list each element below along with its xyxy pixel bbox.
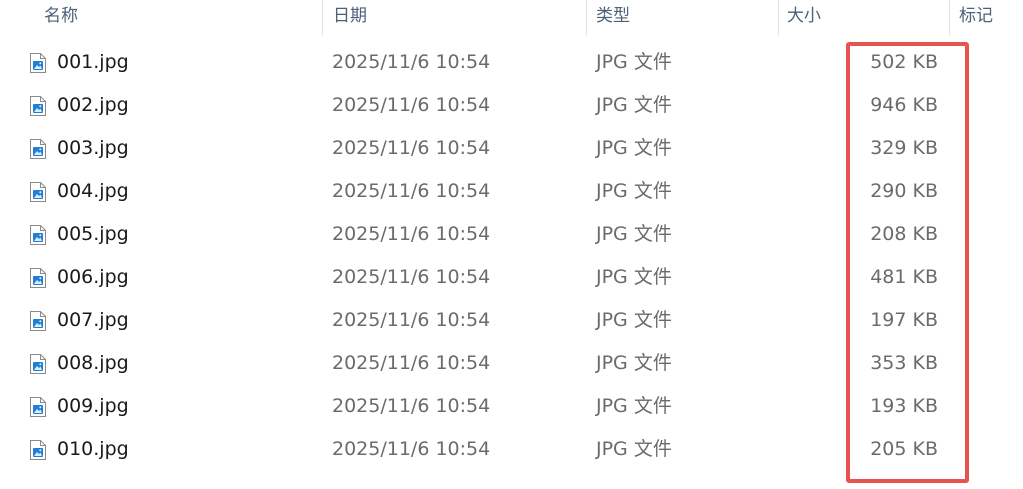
jpg-file-icon [29,52,47,74]
file-size: 481 KB [870,266,938,288]
file-row[interactable]: 008.jpg 2025/11/6 10:54 JPG 文件 353 KB [0,342,1023,385]
file-date: 2025/11/6 10:54 [332,352,491,374]
file-size: 290 KB [870,180,938,202]
file-size: 208 KB [870,223,938,245]
file-type: JPG 文件 [596,94,672,116]
file-type: JPG 文件 [596,438,672,460]
file-date: 2025/11/6 10:54 [332,51,491,73]
file-row[interactable]: 001.jpg 2025/11/6 10:54 JPG 文件 502 KB [0,41,1023,84]
file-date: 2025/11/6 10:54 [332,137,491,159]
file-type: JPG 文件 [596,223,672,245]
jpg-file-icon [29,310,47,332]
file-size: 353 KB [870,352,938,374]
file-name: 001.jpg [57,51,129,73]
file-type: JPG 文件 [596,309,672,331]
file-row[interactable]: 009.jpg 2025/11/6 10:54 JPG 文件 193 KB [0,385,1023,428]
file-date: 2025/11/6 10:54 [332,223,491,245]
column-header-tags-label: 标记 [959,6,993,26]
jpg-file-icon [29,267,47,289]
file-type: JPG 文件 [596,395,672,417]
file-size: 329 KB [870,137,938,159]
file-size: 946 KB [870,94,938,116]
file-row[interactable]: 002.jpg 2025/11/6 10:54 JPG 文件 946 KB [0,84,1023,127]
jpg-file-icon [29,224,47,246]
column-header-bar: 名称 ^ 日期 类型 大小 标记 [0,0,1023,36]
jpg-file-icon [29,439,47,461]
file-type: JPG 文件 [596,180,672,202]
column-header-tags[interactable]: 标记 [959,0,993,36]
file-date: 2025/11/6 10:54 [332,438,491,460]
jpg-file-icon [29,181,47,203]
file-date: 2025/11/6 10:54 [332,395,491,417]
file-name: 006.jpg [57,266,129,288]
file-name: 008.jpg [57,352,129,374]
column-header-name-label: 名称 [44,6,78,26]
file-name: 007.jpg [57,309,129,331]
file-name: 002.jpg [57,94,129,116]
file-row[interactable]: 010.jpg 2025/11/6 10:54 JPG 文件 205 KB [0,428,1023,471]
column-header-size-label: 大小 [787,6,821,26]
file-size: 197 KB [870,309,938,331]
jpg-file-icon [29,95,47,117]
column-header-date-label: 日期 [333,6,367,26]
column-divider[interactable] [949,0,950,36]
jpg-file-icon [29,353,47,375]
file-row[interactable]: 003.jpg 2025/11/6 10:54 JPG 文件 329 KB [0,127,1023,170]
file-size: 205 KB [870,438,938,460]
column-header-type-label: 类型 [596,6,630,26]
file-name: 003.jpg [57,137,129,159]
file-date: 2025/11/6 10:54 [332,180,491,202]
file-type: JPG 文件 [596,51,672,73]
file-name: 005.jpg [57,223,129,245]
column-header-type[interactable]: 类型 [596,0,630,36]
jpg-file-icon [29,138,47,160]
jpg-file-icon [29,396,47,418]
file-date: 2025/11/6 10:54 [332,94,491,116]
file-date: 2025/11/6 10:54 [332,266,491,288]
file-name: 009.jpg [57,395,129,417]
file-row[interactable]: 007.jpg 2025/11/6 10:54 JPG 文件 197 KB [0,299,1023,342]
column-header-date[interactable]: 日期 [333,0,367,36]
file-name: 010.jpg [57,438,129,460]
column-header-size[interactable]: 大小 [787,0,821,36]
column-divider[interactable] [778,0,779,36]
file-date: 2025/11/6 10:54 [332,309,491,331]
file-size: 502 KB [870,51,938,73]
column-divider[interactable] [586,0,587,36]
column-divider[interactable] [322,0,323,36]
file-row[interactable]: 006.jpg 2025/11/6 10:54 JPG 文件 481 KB [0,256,1023,299]
file-size: 193 KB [870,395,938,417]
file-type: JPG 文件 [596,352,672,374]
file-row[interactable]: 005.jpg 2025/11/6 10:54 JPG 文件 208 KB [0,213,1023,256]
file-row[interactable]: 004.jpg 2025/11/6 10:54 JPG 文件 290 KB [0,170,1023,213]
column-header-name[interactable]: 名称 [44,0,78,36]
file-type: JPG 文件 [596,137,672,159]
file-type: JPG 文件 [596,266,672,288]
file-explorer-list: 名称 ^ 日期 类型 大小 标记 001.jpg 2025/11/6 10:54 J… [0,0,1023,489]
file-name: 004.jpg [57,180,129,202]
sort-indicator-icon: ^ [172,0,186,5]
